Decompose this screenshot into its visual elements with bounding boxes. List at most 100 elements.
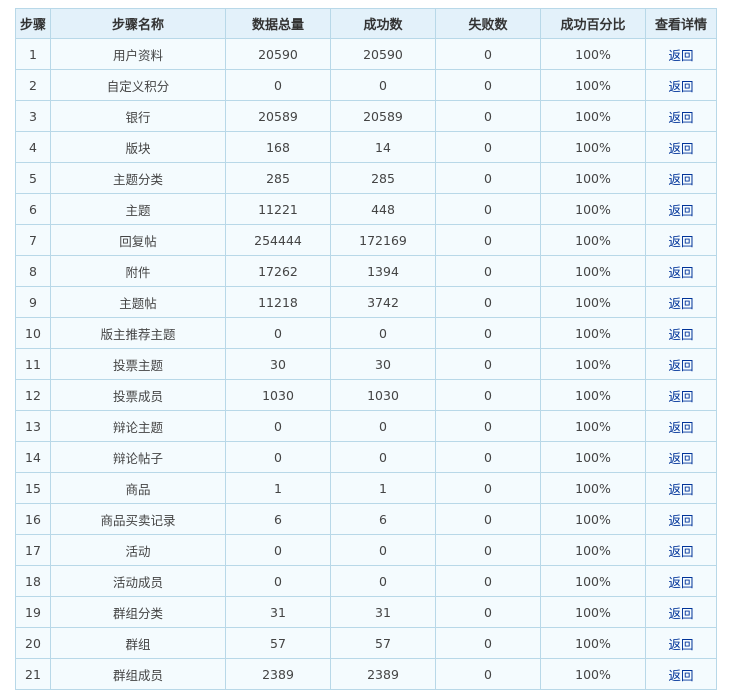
step-cell: 11 [15,348,51,380]
return-link[interactable]: 返回 [645,627,717,659]
header-fail: 失败数 [435,8,541,39]
total-cell: 11221 [225,193,331,225]
step-name-cell: 商品 [50,472,226,504]
return-link-label[interactable]: 返回 [668,575,693,590]
step-cell: 10 [15,317,51,349]
success-cell: 0 [330,410,436,442]
step-cell: 12 [15,379,51,411]
return-link-label[interactable]: 返回 [668,668,693,683]
return-link[interactable]: 返回 [645,658,717,690]
table-row: 15 商品 1 1 0 100% 返回 [15,472,717,504]
return-link[interactable]: 返回 [645,317,717,349]
table-row: 2 自定义积分 0 0 0 100% 返回 [15,69,717,101]
return-link-label[interactable]: 返回 [668,544,693,559]
step-name-cell: 投票主题 [50,348,226,380]
return-link[interactable]: 返回 [645,596,717,628]
fail-cell: 0 [435,38,541,70]
step-name-cell: 群组成员 [50,658,226,690]
return-link-label[interactable]: 返回 [668,48,693,63]
step-cell: 14 [15,441,51,473]
fail-cell: 0 [435,131,541,163]
return-link-label[interactable]: 返回 [668,265,693,280]
return-link[interactable]: 返回 [645,379,717,411]
return-link-label[interactable]: 返回 [668,296,693,311]
table-row: 13 辩论主题 0 0 0 100% 返回 [15,410,717,442]
header-step: 步骤 [15,8,51,39]
return-link-label[interactable]: 返回 [668,327,693,342]
return-link[interactable]: 返回 [645,224,717,256]
step-name-cell: 自定义积分 [50,69,226,101]
total-cell: 0 [225,317,331,349]
percent-cell: 100% [540,162,646,194]
success-cell: 448 [330,193,436,225]
return-link-label[interactable]: 返回 [668,482,693,497]
fail-cell: 0 [435,100,541,132]
step-cell: 4 [15,131,51,163]
return-link[interactable]: 返回 [645,348,717,380]
success-cell: 0 [330,565,436,597]
return-link[interactable]: 返回 [645,255,717,287]
return-link[interactable]: 返回 [645,534,717,566]
step-name-cell: 主题分类 [50,162,226,194]
return-link[interactable]: 返回 [645,565,717,597]
step-name-cell: 活动成员 [50,565,226,597]
header-total: 数据总量 [225,8,331,39]
header-view-details: 查看详情 [645,8,717,39]
success-cell: 6 [330,503,436,535]
return-link-label[interactable]: 返回 [668,420,693,435]
return-link[interactable]: 返回 [645,410,717,442]
return-link[interactable]: 返回 [645,131,717,163]
step-cell: 3 [15,100,51,132]
return-link[interactable]: 返回 [645,38,717,70]
table-row: 11 投票主题 30 30 0 100% 返回 [15,348,717,380]
success-cell: 0 [330,69,436,101]
table-row: 6 主题 11221 448 0 100% 返回 [15,193,717,225]
return-link-label[interactable]: 返回 [668,234,693,249]
return-link-label[interactable]: 返回 [668,606,693,621]
step-name-cell: 回复帖 [50,224,226,256]
return-link-label[interactable]: 返回 [668,141,693,156]
fail-cell: 0 [435,162,541,194]
return-link-label[interactable]: 返回 [668,513,693,528]
success-cell: 172169 [330,224,436,256]
return-link-label[interactable]: 返回 [668,389,693,404]
fail-cell: 0 [435,534,541,566]
success-cell: 1030 [330,379,436,411]
return-link-label[interactable]: 返回 [668,358,693,373]
return-link[interactable]: 返回 [645,100,717,132]
success-cell: 1394 [330,255,436,287]
return-link[interactable]: 返回 [645,193,717,225]
table-row: 8 附件 17262 1394 0 100% 返回 [15,255,717,287]
percent-cell: 100% [540,131,646,163]
percent-cell: 100% [540,193,646,225]
return-link-label[interactable]: 返回 [668,79,693,94]
step-cell: 7 [15,224,51,256]
step-cell: 16 [15,503,51,535]
fail-cell: 0 [435,596,541,628]
step-name-cell: 群组 [50,627,226,659]
fail-cell: 0 [435,69,541,101]
return-link[interactable]: 返回 [645,162,717,194]
return-link-label[interactable]: 返回 [668,637,693,652]
return-link-label[interactable]: 返回 [668,451,693,466]
total-cell: 0 [225,410,331,442]
return-link-label[interactable]: 返回 [668,203,693,218]
percent-cell: 100% [540,534,646,566]
header-success: 成功数 [330,8,436,39]
fail-cell: 0 [435,193,541,225]
return-link[interactable]: 返回 [645,441,717,473]
conversion-results-table: 步骤 步骤名称 数据总量 成功数 失败数 成功百分比 查看详情 1 用户资料 205… [15,8,717,690]
success-cell: 14 [330,131,436,163]
return-link[interactable]: 返回 [645,503,717,535]
step-name-cell: 投票成员 [50,379,226,411]
return-link[interactable]: 返回 [645,286,717,318]
table-row: 18 活动成员 0 0 0 100% 返回 [15,565,717,597]
fail-cell: 0 [435,658,541,690]
return-link-label[interactable]: 返回 [668,172,693,187]
return-link-label[interactable]: 返回 [668,110,693,125]
percent-cell: 100% [540,379,646,411]
return-link[interactable]: 返回 [645,472,717,504]
step-cell: 8 [15,255,51,287]
success-cell: 0 [330,317,436,349]
return-link[interactable]: 返回 [645,69,717,101]
